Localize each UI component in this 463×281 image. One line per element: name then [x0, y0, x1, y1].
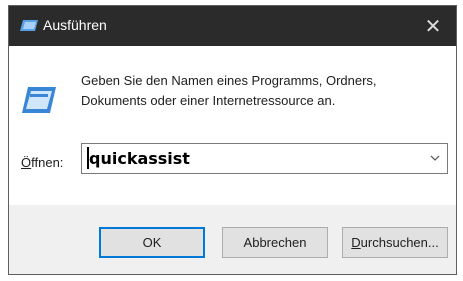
- open-combobox[interactable]: quickassist: [81, 143, 448, 174]
- close-icon: ✕: [424, 15, 442, 38]
- run-icon: [22, 87, 56, 113]
- browse-button[interactable]: Durchsuchen...: [342, 227, 448, 258]
- title-bar[interactable]: Ausführen ✕: [9, 6, 456, 46]
- open-input[interactable]: quickassist: [89, 149, 190, 168]
- chevron-down-icon[interactable]: [429, 151, 441, 165]
- open-label: Öffnen:: [21, 155, 64, 170]
- run-dialog: Ausführen ✕ Geben Sie den Namen eines Pr…: [8, 5, 457, 275]
- close-button[interactable]: ✕: [410, 6, 456, 46]
- cancel-button[interactable]: Abbrechen: [222, 227, 328, 258]
- window-title: Ausführen: [43, 17, 107, 33]
- ok-button[interactable]: OK: [99, 227, 205, 258]
- button-bar: OK Abbrechen Durchsuchen...: [9, 205, 456, 274]
- dialog-body: Geben Sie den Namen eines Programms, Ord…: [9, 46, 456, 205]
- run-icon: [20, 20, 38, 31]
- instruction-text: Geben Sie den Namen eines Programms, Ord…: [81, 73, 377, 108]
